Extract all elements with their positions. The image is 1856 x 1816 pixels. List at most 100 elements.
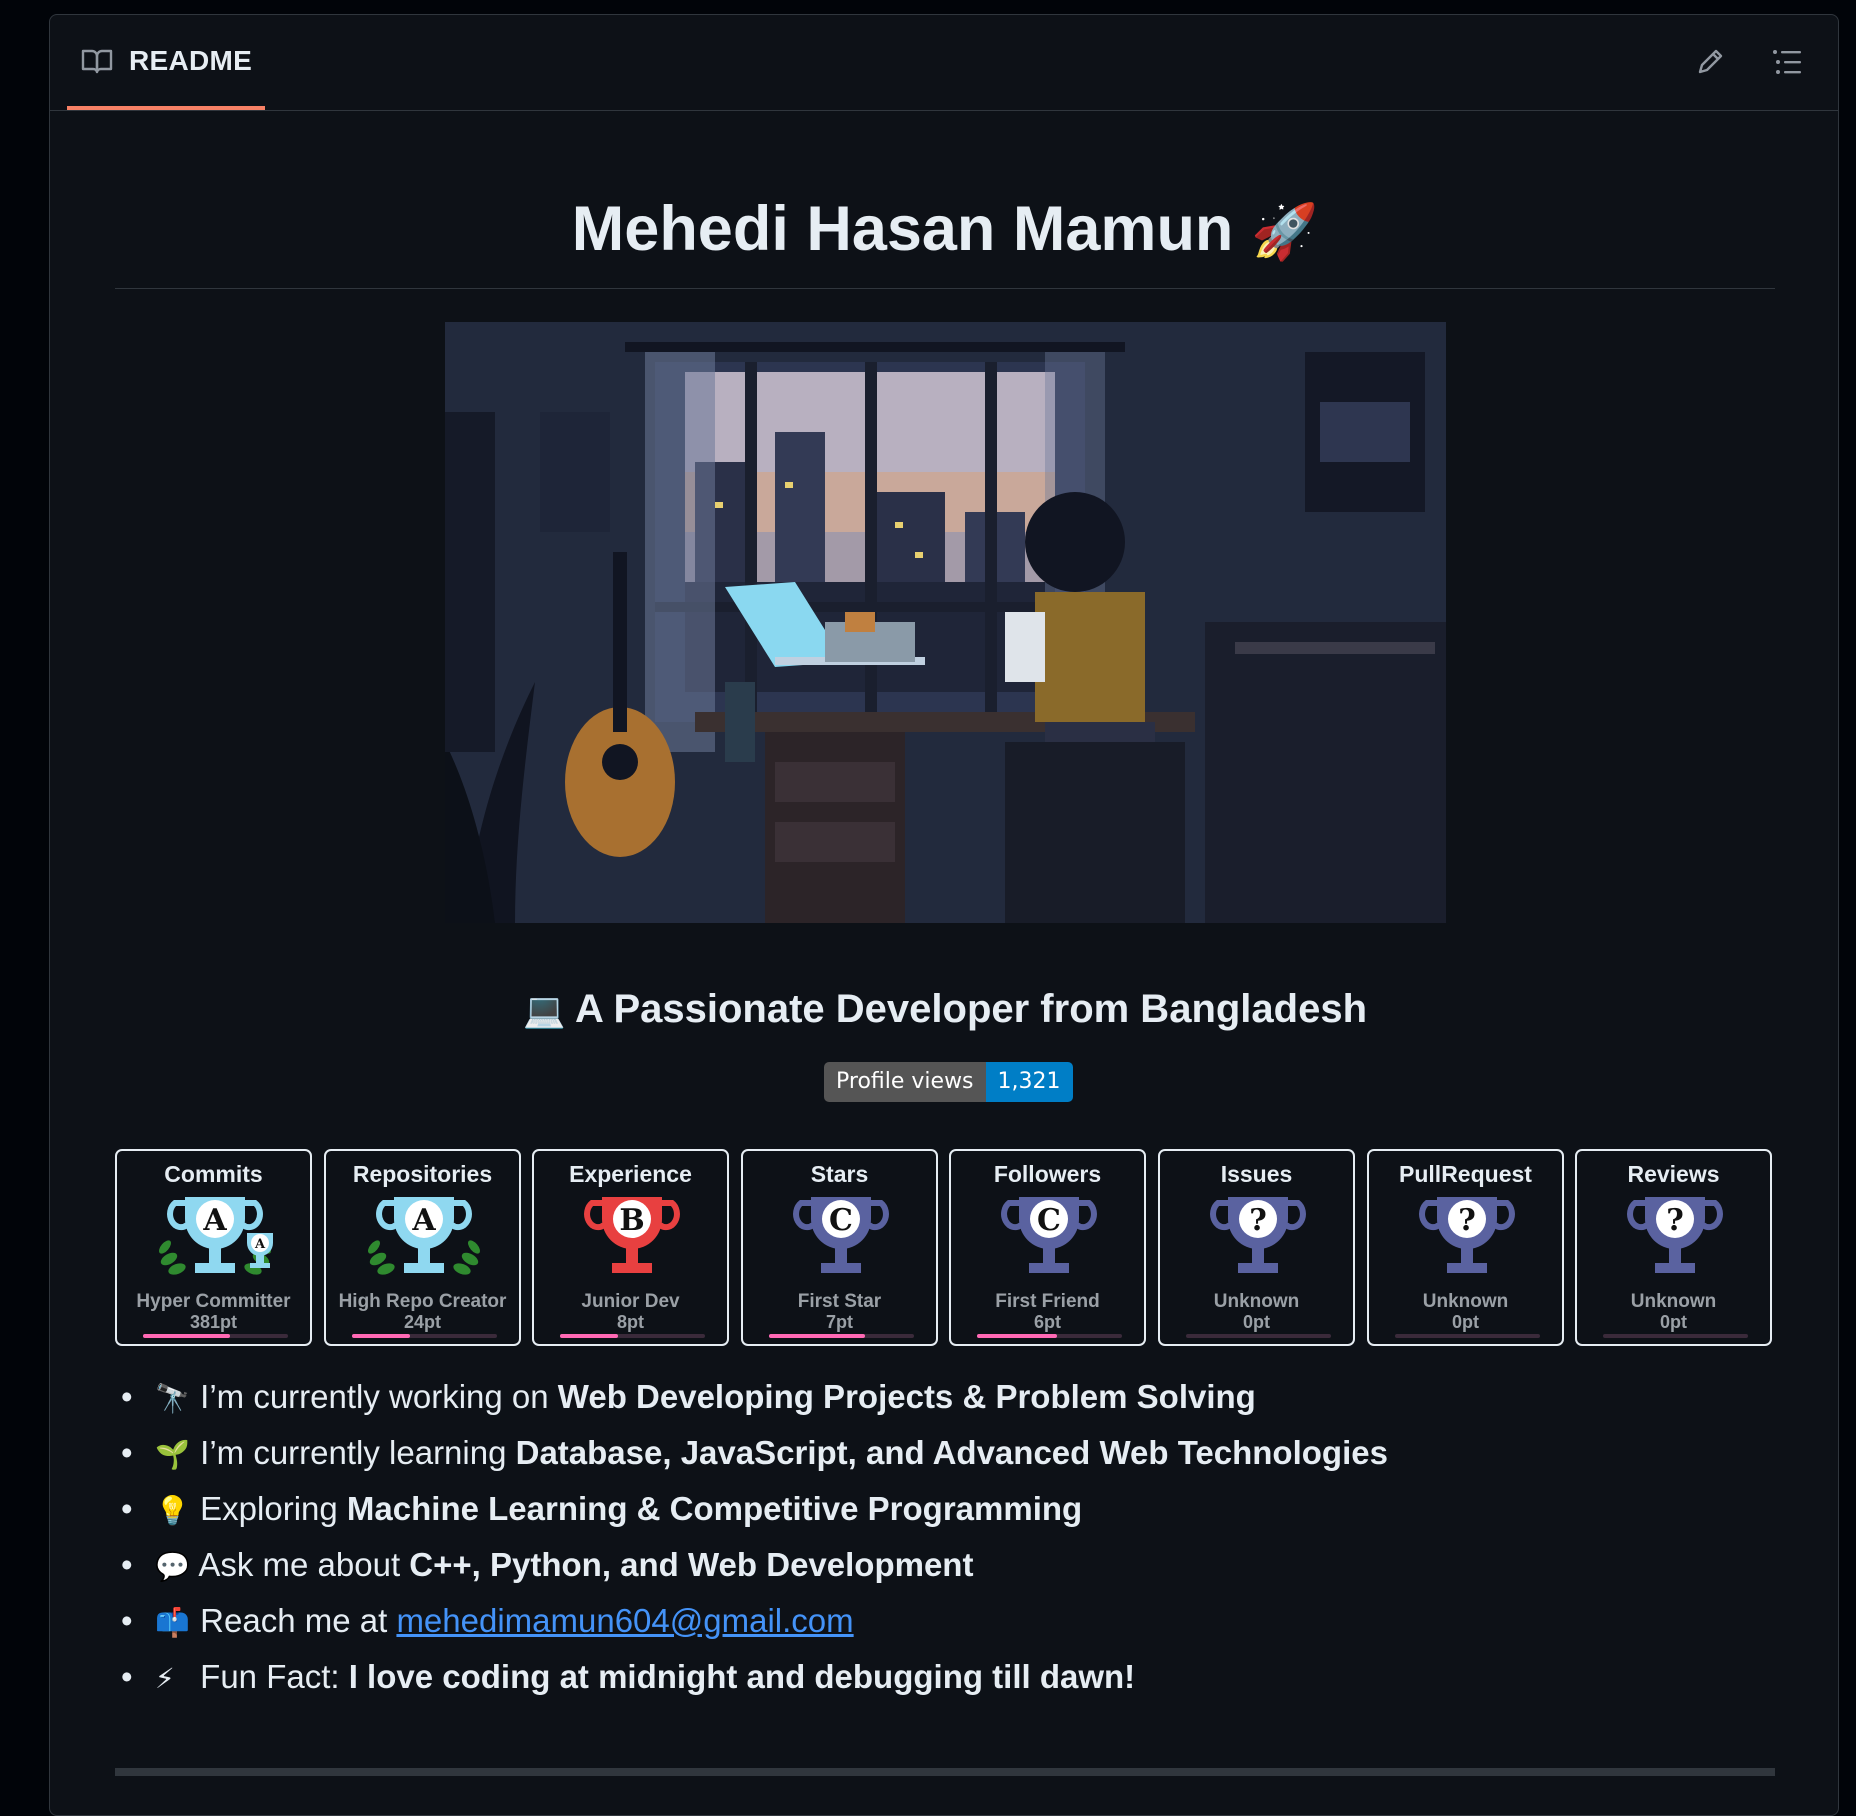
trophy-card: Stars C First Star 7pt (741, 1149, 938, 1346)
trophy-title: Issues (1220, 1161, 1293, 1187)
bullet-emoji-icon: 💡 (155, 1494, 190, 1527)
trophy-progress-bar (1186, 1334, 1331, 1338)
rank-text: C (1037, 1203, 1061, 1238)
trophy-card: Repositories A High Repo Creator 24pt (324, 1149, 521, 1346)
trophy-points: 24pt (403, 1312, 441, 1332)
trophy-card: Experience B Junior Dev 8pt (532, 1149, 729, 1346)
trophy-cup-icon: ? (1419, 1197, 1515, 1273)
bullet-text: Reach me at (191, 1602, 397, 1639)
page-title: Mehedi Hasan Mamun 🚀 (571, 194, 1319, 264)
pixel-art-banner (445, 322, 1446, 923)
trophy-title: PullRequest (1399, 1161, 1532, 1187)
trophy-cup-icon: A A (159, 1197, 273, 1275)
trophy-progress-fill (560, 1334, 618, 1338)
trophy-points: 6pt (1034, 1312, 1061, 1332)
trophy-progress-fill (352, 1334, 410, 1338)
title-divider (115, 288, 1775, 289)
about-list-item: 📫 Reach me at mehedimamun604@gmail.com (121, 1593, 1815, 1649)
about-list-item: ⚡ Fun Fact: I love coding at midnight an… (121, 1649, 1815, 1705)
trophy-rank-name: Unknown (1422, 1291, 1509, 1312)
trophy-points: 0pt (1660, 1312, 1687, 1332)
trophy-rank-name: Junior Dev (581, 1291, 680, 1312)
email-link[interactable]: mehedimamun604@gmail.com (396, 1602, 853, 1639)
about-list-item: 💡 Exploring Machine Learning & Competiti… (121, 1481, 1815, 1537)
trophy-points: 0pt (1243, 1312, 1270, 1332)
rank-text: B (619, 1203, 644, 1238)
bullet-text: Fun Fact: (191, 1658, 349, 1695)
subtitle: 💻 A Passionate Developer from Bangladesh (522, 987, 1368, 1031)
trophy-cup-icon: C (1001, 1197, 1097, 1273)
trophy-rank-name: Unknown (1213, 1291, 1300, 1312)
trophy-card: Issues ? Unknown 0pt (1158, 1149, 1355, 1346)
trophy-progress-bar (1395, 1334, 1540, 1338)
trophy-title: Followers (993, 1161, 1102, 1187)
pencil-icon[interactable] (1695, 47, 1725, 77)
bullet-emoji-icon: 📫 (155, 1606, 190, 1639)
about-list-item: 💬 Ask me about C++, Python, and Web Deve… (121, 1537, 1815, 1593)
bullet-highlight: Machine Learning & Competitive Programmi… (346, 1490, 1083, 1527)
trophy-progress-bar (560, 1334, 705, 1338)
profile-views-badge[interactable]: Profile views 1,321 (824, 1062, 1073, 1102)
bullet-highlight: C++, Python, and Web Development (409, 1546, 974, 1583)
badge-label: Profile views (824, 1062, 986, 1102)
bullet-highlight: I love coding at midnight and debugging … (348, 1658, 1136, 1695)
trophy-rank-name: Unknown (1630, 1291, 1717, 1312)
badge-value: 1,321 (985, 1062, 1073, 1102)
tab-readme[interactable]: README (67, 15, 265, 110)
readme-panel: README Mehedi Hasan Mamun 🚀 💻 A Passiona… (49, 14, 1839, 1816)
trophy-title: Experience (569, 1161, 692, 1187)
bullet-text: I’m currently learning (191, 1434, 516, 1471)
mini-trophy-icon: A (247, 1233, 273, 1268)
tab-readme-label: README (129, 44, 253, 76)
book-icon (81, 49, 113, 73)
trophy-points: 0pt (1452, 1312, 1479, 1332)
rank-text: ? (1249, 1203, 1267, 1238)
trophy-rank-name: Hyper Committer (136, 1291, 291, 1312)
trophy-points: 8pt (617, 1312, 644, 1332)
rank-text: ? (1458, 1203, 1476, 1238)
rank-text: A (411, 1203, 436, 1238)
trophy-rank-name: First Friend (995, 1291, 1100, 1312)
trophy-title: Commits (164, 1161, 263, 1187)
trophy-rank-name: High Repo Creator (338, 1291, 507, 1312)
trophy-points: 7pt (826, 1312, 853, 1332)
rank-text: C (829, 1203, 853, 1238)
trophy-grid: Commits A A Hyper Committer 381pt Reposi… (115, 1149, 1775, 1349)
rank-text: A (202, 1203, 227, 1238)
trophy-rank-name: First Star (797, 1291, 882, 1312)
rank-text: ? (1666, 1203, 1684, 1238)
trophy-title: Repositories (352, 1161, 493, 1187)
trophy-card: Reviews ? Unknown 0pt (1575, 1149, 1772, 1346)
trophy-cup-icon: C (793, 1197, 889, 1273)
bullet-text: Exploring (191, 1490, 347, 1527)
bullet-emoji-icon: ⚡ (155, 1662, 175, 1695)
list-icon[interactable] (1772, 47, 1802, 77)
trophy-title: Reviews (1627, 1161, 1720, 1187)
trophy-title: Stars (810, 1161, 869, 1187)
bullet-emoji-icon: 💬 (155, 1550, 190, 1583)
section-divider (115, 1768, 1775, 1776)
trophy-card: PullRequest ? Unknown 0pt (1367, 1149, 1564, 1346)
rocket-icon: 🚀 (1250, 200, 1319, 263)
trophy-card: Followers C First Friend 6pt (949, 1149, 1146, 1346)
trophy-progress-fill (143, 1334, 230, 1338)
trophy-progress-bar (769, 1334, 914, 1338)
trophy-progress-fill (977, 1334, 1057, 1338)
trophy-cup-icon: ? (1210, 1197, 1306, 1273)
trophy-points: 381pt (189, 1312, 238, 1332)
bullet-highlight: Database, JavaScript, and Advanced Web T… (515, 1434, 1388, 1471)
trophy-card: Commits A A Hyper Committer 381pt (115, 1149, 312, 1346)
trophy-cup-icon: A (368, 1197, 480, 1275)
trophy-progress-bar (977, 1334, 1122, 1338)
bullet-text: Ask me about (191, 1546, 410, 1583)
trophy-progress-bar (1603, 1334, 1748, 1338)
readme-header: README (50, 15, 1838, 111)
mini-rank-text: A (254, 1237, 266, 1252)
trophy-cup-icon: ? (1627, 1197, 1723, 1273)
bullet-text: I’m currently working on (191, 1378, 558, 1415)
about-list: 🔭 I’m currently working on Web Developin… (115, 1369, 1815, 1705)
trophy-progress-bar (143, 1334, 288, 1338)
trophy-progress-bar (352, 1334, 497, 1338)
bullet-highlight: Web Developing Projects & Problem Solvin… (557, 1378, 1256, 1415)
bullet-emoji-icon: 🌱 (155, 1438, 190, 1471)
